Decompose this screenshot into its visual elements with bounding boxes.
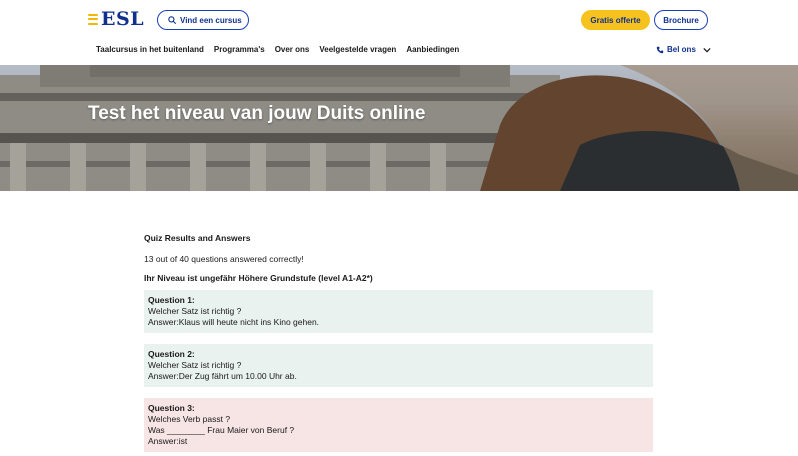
question-card-correct: Question 1: Welcher Satz ist richtig ? A… <box>144 290 653 333</box>
question-answer: Answer:Der Zug fährt um 10.00 Uhr ab. <box>148 371 297 381</box>
nav-item-programs[interactable]: Programma's <box>214 45 265 54</box>
question-prompt: Welcher Satz ist richtig ? <box>148 360 242 370</box>
hero-banner: Test het niveau van jouw Duits online <box>0 65 798 191</box>
page-title: Test het niveau van jouw Duits online <box>88 103 426 124</box>
free-quote-button[interactable]: Gratis offerte <box>581 10 650 30</box>
quiz-results: Quiz Results and Answers 13 out of 40 qu… <box>144 233 653 452</box>
chevron-down-icon <box>703 47 711 52</box>
main-nav: Taalcursus in het buitenland Programma's… <box>96 45 469 54</box>
menu-icon[interactable] <box>88 13 98 25</box>
logo-text: ESL <box>101 8 145 30</box>
phone-icon <box>656 46 664 53</box>
question-title: Question 3: <box>148 403 195 413</box>
call-us-dropdown[interactable]: Bel ons <box>656 45 711 54</box>
results-heading: Quiz Results and Answers <box>144 233 251 243</box>
site-header: ESL Vind een cursus Gratis offerte Broch… <box>0 0 798 40</box>
call-us-label: Bel ons <box>667 45 696 54</box>
question-prompt: Welcher Satz ist richtig ? <box>148 306 242 316</box>
results-summary: 13 out of 40 questions answered correctl… <box>144 254 304 264</box>
question-title: Question 2: <box>148 349 195 359</box>
nav-item-language-courses[interactable]: Taalcursus in het buitenland <box>96 45 204 54</box>
hero-photo <box>0 65 798 191</box>
esl-logo[interactable]: ESL <box>88 9 144 29</box>
question-answer: Answer:Klaus will heute nicht ins Kino g… <box>148 317 320 327</box>
question-prompt: Welches Verb passt ? <box>148 414 231 424</box>
nav-item-offers[interactable]: Aanbiedingen <box>406 45 459 54</box>
question-prompt-sentence: Was ________ Frau Maier von Beruf ? <box>148 425 295 435</box>
level-result: Ihr Niveau ist ungefähr Höhere Grundstuf… <box>144 273 373 283</box>
search-icon <box>168 16 176 24</box>
find-course-label: Vind een cursus <box>180 15 242 25</box>
find-course-button[interactable]: Vind een cursus <box>157 10 249 30</box>
brochure-button[interactable]: Brochure <box>654 10 708 30</box>
question-title: Question 1: <box>148 295 195 305</box>
nav-item-about[interactable]: Over ons <box>275 45 310 54</box>
nav-item-faq[interactable]: Veelgestelde vragen <box>319 45 396 54</box>
question-card-incorrect: Question 3: Welches Verb passt ? Was ___… <box>144 398 653 452</box>
question-card-correct: Question 2: Welcher Satz ist richtig ? A… <box>144 344 653 387</box>
question-answer: Answer:ist <box>148 436 188 446</box>
